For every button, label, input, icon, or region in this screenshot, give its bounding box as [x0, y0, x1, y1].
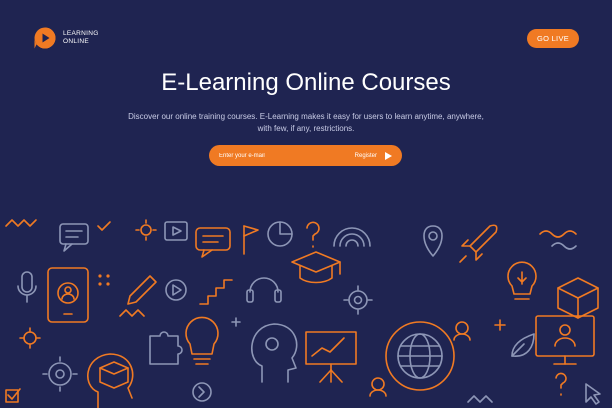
gear-icon-2	[42, 356, 78, 392]
globe-icon	[385, 321, 455, 391]
sun-icon	[135, 219, 157, 241]
logo-text: LEARNING ONLINE	[63, 30, 99, 46]
flag-icon	[243, 225, 259, 255]
page-title: E-Learning Online Courses	[161, 69, 451, 96]
open-box-icon	[557, 277, 599, 319]
plus-icon	[494, 319, 506, 331]
monitor-icon	[535, 315, 595, 365]
next-arrow-icon	[192, 382, 212, 402]
idea-bulb-icon	[185, 316, 219, 365]
gear-icon	[343, 285, 373, 315]
graduation-cap-icon	[291, 251, 341, 284]
logo-line-2: ONLINE	[63, 38, 90, 45]
puzzle-icon	[149, 331, 183, 365]
tablet-icon	[47, 267, 89, 323]
play-circle-icon	[165, 279, 187, 301]
go-live-button[interactable]: GO LIVE	[527, 29, 579, 48]
speech-bubble-icon	[59, 223, 89, 252]
user-icon-2	[369, 377, 387, 397]
zigzag-icon	[5, 219, 37, 227]
checkbox-icon	[5, 388, 21, 403]
email-field[interactable]	[209, 145, 355, 166]
play-icon	[385, 151, 392, 160]
zigzag-icon-3	[467, 395, 493, 403]
register-label: Register	[354, 152, 377, 159]
head-icon	[251, 323, 298, 383]
leaf-icon	[511, 333, 535, 357]
location-pin-icon	[423, 225, 443, 257]
headphones-icon	[246, 277, 282, 303]
presentation-board-icon	[305, 331, 357, 383]
question-mark-icon	[306, 221, 320, 248]
question-mark-icon-2	[555, 372, 567, 396]
line-art-pattern	[0, 206, 612, 408]
pie-chart-icon	[267, 221, 293, 247]
stairs-icon	[199, 279, 233, 305]
target-icon	[19, 327, 41, 349]
logo-line-1: LEARNING	[63, 30, 99, 37]
rocket-icon	[459, 224, 498, 263]
video-player-icon	[164, 221, 188, 241]
register-button[interactable]: Register	[355, 145, 402, 166]
play-logo-icon	[34, 27, 56, 49]
user-icon	[453, 321, 471, 341]
plus-icon-2	[231, 317, 241, 327]
signup-form: Register	[209, 145, 402, 166]
mind-box-icon	[87, 353, 134, 408]
logo[interactable]: LEARNING ONLINE	[33, 26, 99, 50]
pencil-icon	[127, 275, 157, 305]
wifi-icon	[333, 227, 371, 247]
wave-icon-2	[551, 242, 577, 250]
wave-icon	[539, 230, 577, 238]
microphone-icon	[17, 271, 37, 303]
cursor-icon	[585, 383, 601, 405]
hero-description: Discover our online training courses. E-…	[128, 112, 484, 133]
checkmark-icon	[97, 221, 111, 231]
zigzag-icon-2	[119, 309, 145, 317]
chat-bubble-icon	[195, 227, 231, 258]
lightbulb-icon	[507, 261, 537, 300]
dots-icon	[98, 274, 110, 286]
